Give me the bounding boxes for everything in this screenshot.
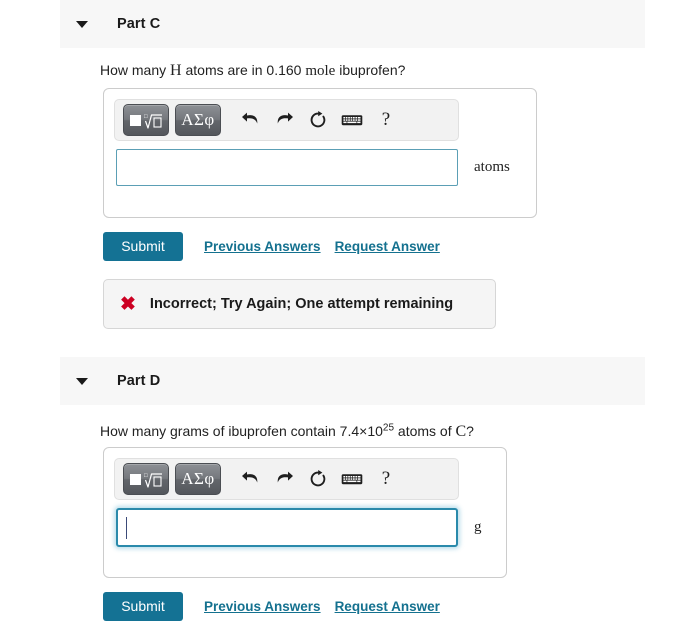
question-d-seg3: ?	[466, 423, 474, 439]
request-answer-link-d[interactable]: Request Answer	[335, 599, 440, 614]
part-title-c: Part C	[117, 16, 161, 32]
math-toolbar-d: □ ΑΣφ ?	[114, 458, 459, 500]
action-row-c: Submit Previous Answers Request Answer	[103, 232, 440, 261]
previous-answers-link-c[interactable]: Previous Answers	[204, 239, 321, 254]
assignment-page: Part C How many H atoms are in 0.160 mol…	[0, 0, 700, 632]
submit-button-c[interactable]: Submit	[103, 232, 183, 261]
math-template-icon: □	[129, 111, 163, 130]
action-row-d: Submit Previous Answers Request Answer	[103, 592, 440, 621]
feedback-message-c: Incorrect; Try Again; One attempt remain…	[149, 296, 454, 312]
redo-icon-c[interactable]	[267, 105, 301, 135]
question-c-seg1: How many	[100, 62, 171, 78]
reset-icon-c[interactable]	[301, 105, 335, 135]
question-d-math-c: C	[455, 423, 467, 440]
question-c-seg2: atoms are in 0.160	[181, 62, 306, 78]
help-icon-d[interactable]: ?	[369, 464, 403, 494]
answer-input-row-c: atoms	[116, 149, 510, 186]
question-c-math-h: H	[170, 62, 182, 79]
answer-box-c: □ ΑΣφ ? atoms	[103, 88, 537, 218]
keyboard-icon-c[interactable]	[335, 105, 369, 135]
submit-button-d[interactable]: Submit	[103, 592, 183, 621]
feedback-box-c: ✖ Incorrect; Try Again; One attempt rema…	[103, 279, 496, 329]
triangle-down-icon[interactable]	[76, 20, 88, 28]
keyboard-icon-d[interactable]	[335, 464, 369, 494]
undo-icon-d[interactable]	[233, 464, 267, 494]
math-toolbar-c: □ ΑΣφ ?	[114, 99, 459, 141]
question-c-seg3: ibuprofen?	[335, 62, 406, 78]
math-template-button-d[interactable]: □	[123, 463, 169, 495]
text-cursor	[126, 517, 127, 539]
question-d-seg2: atoms of	[394, 423, 456, 439]
svg-text:□: □	[144, 473, 148, 479]
help-label: ?	[381, 109, 391, 130]
red-x-icon: ✖	[120, 293, 136, 315]
help-icon-c[interactable]: ?	[369, 105, 403, 135]
request-answer-link-c[interactable]: Request Answer	[335, 239, 440, 254]
greek-symbols-button-d[interactable]: ΑΣφ	[175, 463, 221, 495]
part-header-d[interactable]: Part D	[60, 357, 645, 405]
triangle-down-icon[interactable]	[76, 377, 88, 385]
unit-label-c: atoms	[474, 159, 510, 175]
answer-input-row-d: g	[116, 508, 482, 547]
previous-answers-link-d[interactable]: Previous Answers	[204, 599, 321, 614]
greek-button-label: ΑΣφ	[181, 110, 215, 129]
part-header-c[interactable]: Part C	[60, 0, 645, 48]
reset-icon-d[interactable]	[301, 464, 335, 494]
greek-button-label: ΑΣφ	[181, 469, 215, 488]
answer-box-d: □ ΑΣφ ? g	[103, 447, 507, 578]
svg-text:□: □	[144, 114, 148, 120]
answer-input-d[interactable]	[116, 508, 458, 547]
question-c-math-mole: mole	[305, 63, 336, 79]
unit-label-d: g	[474, 519, 482, 535]
question-text-c: How many H atoms are in 0.160 mole ibupr…	[100, 62, 405, 80]
answer-input-c[interactable]	[116, 149, 458, 186]
question-d-seg1: How many grams of ibuprofen contain 7.4×…	[100, 423, 383, 439]
undo-icon-c[interactable]	[233, 105, 267, 135]
help-label: ?	[381, 468, 391, 489]
greek-symbols-button-c[interactable]: ΑΣφ	[175, 104, 221, 136]
part-title-d: Part D	[117, 373, 161, 389]
math-template-icon: □	[129, 470, 163, 489]
math-template-button-c[interactable]: □	[123, 104, 169, 136]
redo-icon-d[interactable]	[267, 464, 301, 494]
question-text-d: How many grams of ibuprofen contain 7.4×…	[100, 423, 474, 441]
question-d-exponent: 25	[382, 422, 395, 434]
